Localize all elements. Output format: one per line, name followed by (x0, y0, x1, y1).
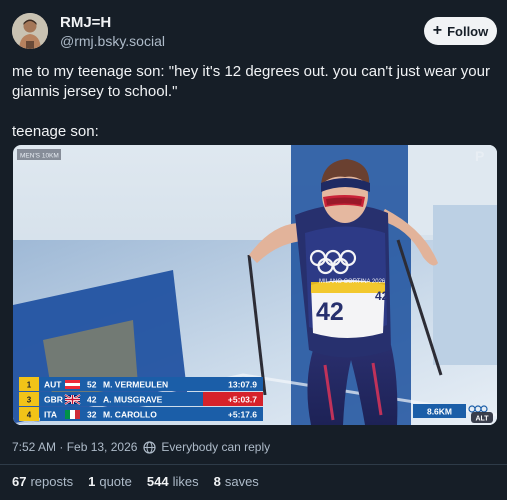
avatar[interactable] (12, 13, 48, 49)
engagement-stats: 67 reposts 1 quote 544 likes 8 saves (12, 474, 259, 489)
scoreboard-nation: AUT (44, 380, 62, 390)
scoreboard-position: 1 (27, 381, 32, 390)
post-timestamp[interactable]: 7:52 AM · Feb 13, 2026 (12, 440, 137, 454)
quotes-stat[interactable]: 1 quote (88, 474, 132, 489)
post-meta: 7:52 AM · Feb 13, 2026 Everybody can rep… (12, 440, 270, 454)
stat-label: likes (172, 474, 199, 489)
scoreboard-athlete-name: M. CAROLLO (103, 410, 157, 420)
reply-setting-label: Everybody can reply (161, 440, 271, 454)
bib-number: 42 (316, 298, 344, 326)
plus-icon: + (432, 22, 443, 39)
alt-badge-label: ALT (475, 416, 489, 423)
follow-button[interactable]: + Follow (424, 17, 497, 45)
post-image[interactable]: MILANO CORTINA 2026 42 42 MEN'S 10KM P 1… (13, 145, 497, 425)
stat-count: 544 (146, 474, 169, 489)
saves-stat[interactable]: 8 saves (214, 474, 259, 489)
follow-button-label: Follow (447, 23, 489, 39)
scoreboard-position: 4 (27, 411, 32, 420)
scoreboard-nation: ITA (44, 410, 57, 420)
distance-label: 8.6KM (427, 407, 452, 417)
author-display-name[interactable]: RMJ=H (60, 14, 111, 31)
scoreboard-time: 13:07.9 (228, 380, 257, 390)
divider (0, 464, 507, 465)
scoreboard-nation: GBR (44, 395, 63, 405)
scoreboard-bib: 32 (87, 410, 97, 420)
uk-flag-icon (64, 394, 81, 405)
scoreboard-bib: 52 (87, 380, 97, 390)
scoreboard-athlete-name: M. VERMEULEN (103, 380, 168, 390)
stat-label: saves (224, 474, 259, 489)
bib-sponsor: MILANO CORTINA 2026 (319, 279, 386, 285)
post-text: me to my teenage son: "hey it's 12 degre… (12, 62, 502, 142)
broadcaster-logo-icon: P (475, 148, 484, 164)
stat-count: 67 (12, 474, 27, 489)
scoreboard-time: +5:17.6 (228, 410, 257, 420)
post-paragraph: teenage son: (12, 123, 99, 140)
italy-flag-icon (65, 410, 80, 419)
scoreboard-time: +5:03.7 (228, 395, 257, 405)
broadcast-image: MILANO CORTINA 2026 42 42 MEN'S 10KM P 1… (13, 145, 497, 425)
globe-icon (143, 440, 157, 454)
scoreboard: 1 AUT 52 M. VERMEULEN 13:07.9 3 GBR 42 A… (19, 377, 263, 421)
event-label: MEN'S 10KM (20, 153, 59, 160)
stat-count: 8 (213, 474, 221, 489)
post-paragraph: me to my teenage son: "hey it's 12 degre… (12, 63, 490, 100)
scoreboard-position: 3 (27, 396, 32, 405)
stat-count: 1 (88, 474, 96, 489)
likes-stat[interactable]: 544 likes (147, 474, 199, 489)
reposts-stat[interactable]: 67 reposts (12, 474, 73, 489)
scoreboard-bib: 42 (87, 395, 97, 405)
scoreboard-athlete-name: A. MUSGRAVE (103, 395, 163, 405)
avatar-image (12, 13, 48, 49)
austria-flag-icon (65, 380, 80, 389)
stat-label: reposts (30, 474, 74, 489)
reply-setting[interactable]: Everybody can reply (143, 440, 270, 454)
stat-label: quote (99, 474, 132, 489)
bib-number-small: 42 (375, 289, 389, 303)
author-handle[interactable]: @rmj.bsky.social (60, 33, 165, 49)
